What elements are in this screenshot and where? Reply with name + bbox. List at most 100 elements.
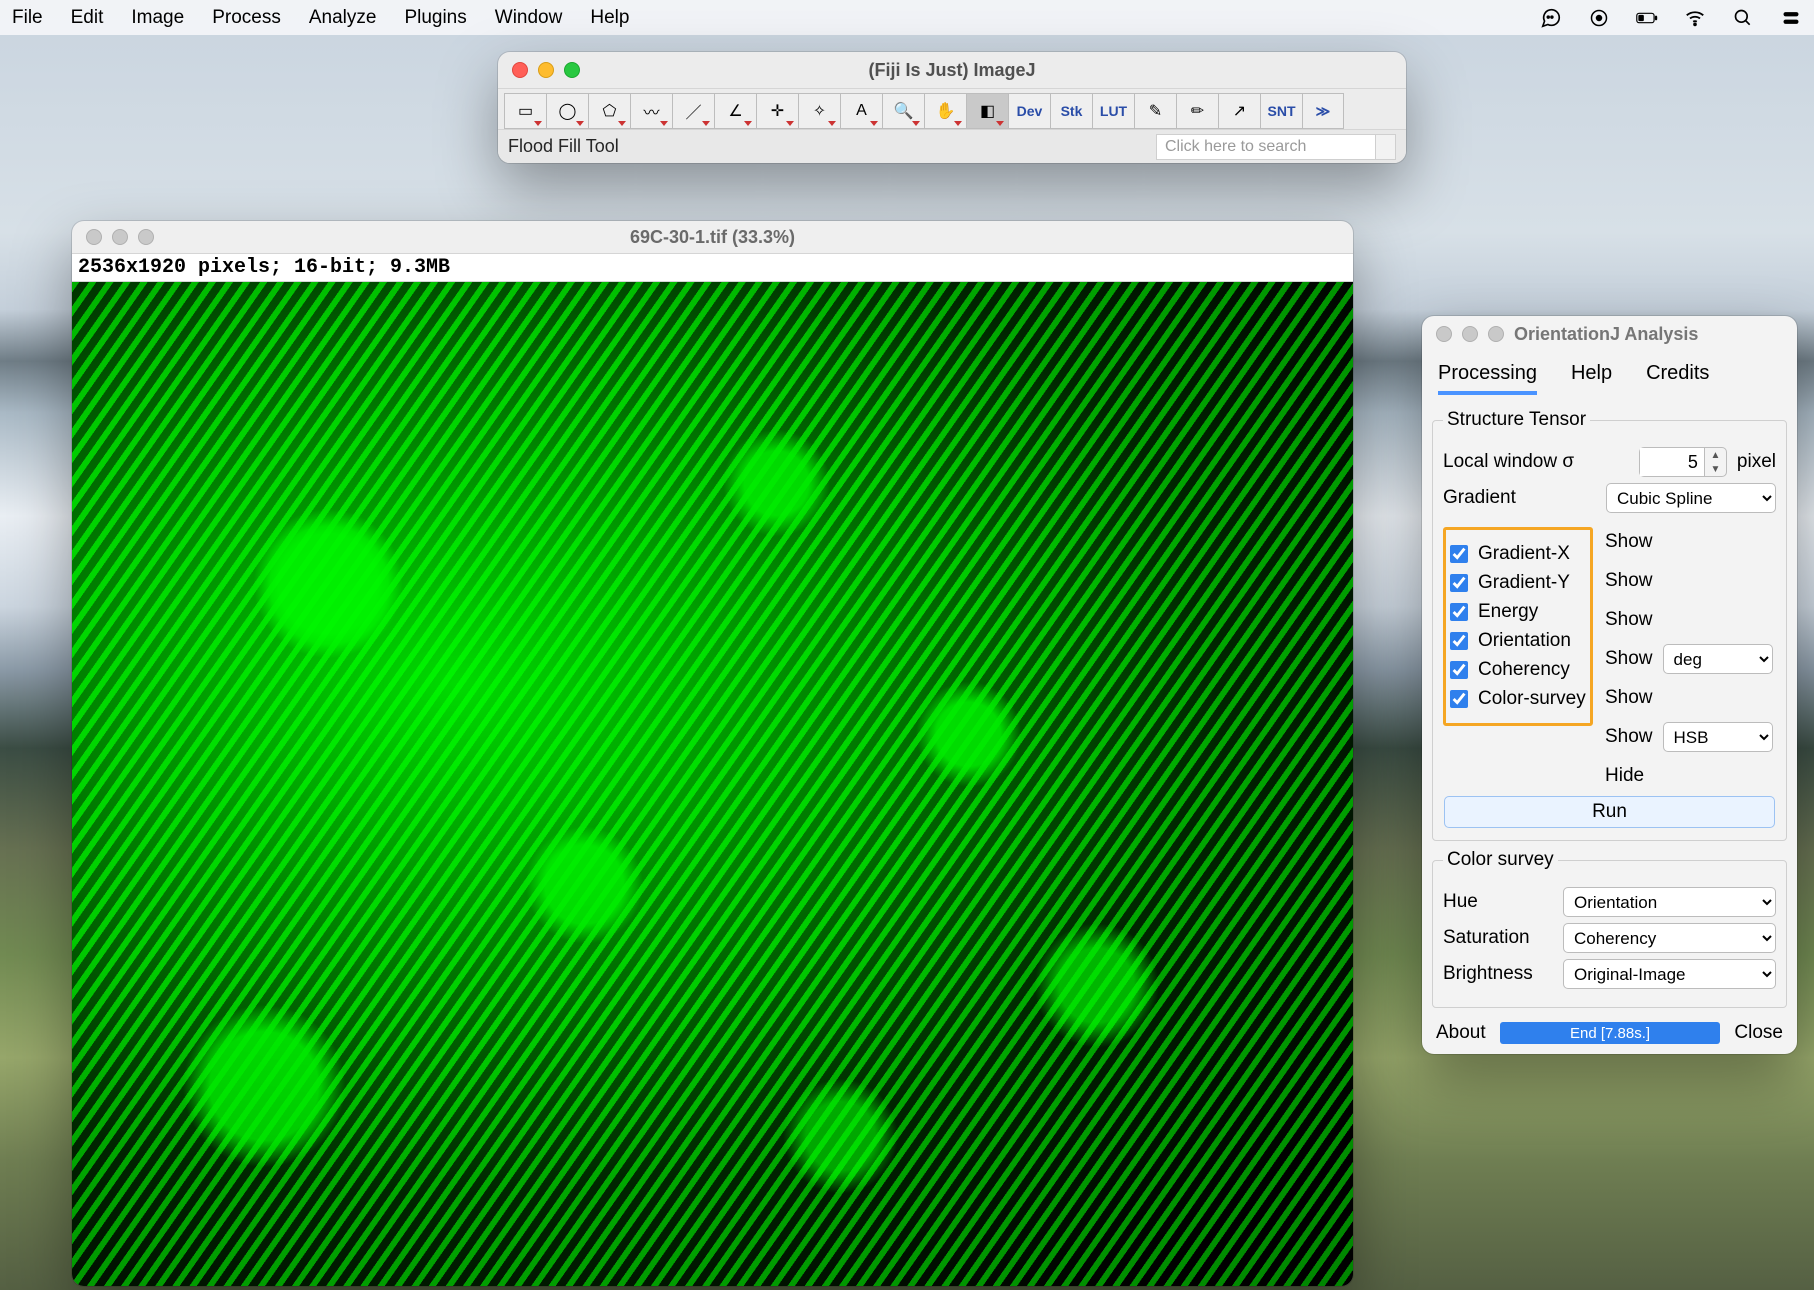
stk-tool[interactable]: Stk: [1050, 93, 1092, 129]
polygon-tool[interactable]: ⬠: [588, 93, 630, 129]
tab-help[interactable]: Help: [1571, 362, 1612, 395]
structure-tensor-group: Structure Tensor Local window σ ▲ ▼ pixe…: [1432, 409, 1787, 841]
imagej-toolbar: ▭◯⬠〰／∠✛✧A🔍✋◧DevStkLUT✎✏↗SNT≫: [498, 88, 1406, 129]
freehand-tool[interactable]: 〰: [630, 93, 672, 129]
show-select-color-survey[interactable]: HSB: [1663, 722, 1773, 752]
local-window-sigma-spinner[interactable]: ▲ ▼: [1639, 447, 1727, 477]
checkbox-orientation[interactable]: [1450, 632, 1468, 650]
screen-record-icon[interactable]: [1588, 7, 1610, 29]
structure-tensor-legend: Structure Tensor: [1443, 409, 1590, 431]
checkbox-gradient-y[interactable]: [1450, 574, 1468, 592]
checkbox-label-gradient-y: Gradient-Y: [1478, 572, 1570, 594]
close-button[interactable]: Close: [1734, 1022, 1783, 1044]
minimize-window-button[interactable]: [1462, 326, 1478, 342]
minimize-window-button[interactable]: [538, 62, 554, 78]
control-center-icon[interactable]: [1780, 7, 1802, 29]
menu-image[interactable]: Image: [131, 7, 184, 29]
hue-select[interactable]: Orientation: [1563, 887, 1776, 917]
flood-fill-tool[interactable]: ◧: [966, 93, 1008, 129]
close-window-button[interactable]: [512, 62, 528, 78]
imagej-main-window: (Fiji Is Just) ImageJ ▭◯⬠〰／∠✛✧A🔍✋◧DevStk…: [498, 52, 1406, 163]
menu-window[interactable]: Window: [495, 7, 563, 29]
checkbox-label-coherency: Coherency: [1478, 659, 1570, 681]
point-tool[interactable]: ✛: [756, 93, 798, 129]
checkbox-color-survey[interactable]: [1450, 690, 1468, 708]
show-row-color-survey: ShowHSB: [1605, 721, 1776, 753]
local-window-sigma-input[interactable]: [1640, 448, 1704, 476]
checkbox-gradient-x[interactable]: [1450, 545, 1468, 563]
menu-help[interactable]: Help: [590, 7, 629, 29]
minimize-window-button[interactable]: [112, 229, 128, 245]
chat-icon[interactable]: [1540, 7, 1562, 29]
show-label-gradient-x: Show: [1605, 531, 1653, 553]
menu-edit[interactable]: Edit: [71, 7, 104, 29]
oval-tool[interactable]: ◯: [546, 93, 588, 129]
spotlight-icon[interactable]: [1732, 7, 1754, 29]
imagej-search-input[interactable]: Click here to search: [1156, 134, 1376, 160]
checkbox-label-energy: Energy: [1478, 601, 1538, 623]
step-down-icon[interactable]: ▼: [1705, 462, 1726, 476]
check-row-coherency: Coherency: [1450, 659, 1586, 681]
wifi-icon[interactable]: [1684, 7, 1706, 29]
macos-menubar: File Edit Image Process Analyze Plugins …: [0, 0, 1814, 35]
check-row-orientation: Orientation: [1450, 630, 1586, 652]
checkbox-coherency[interactable]: [1450, 661, 1468, 679]
more-tool[interactable]: ≫: [1302, 93, 1344, 129]
show-label-gradient-y: Show: [1605, 570, 1653, 592]
close-window-button[interactable]: [1436, 326, 1452, 342]
show-row-coherency: Show: [1605, 682, 1776, 714]
imagej-search-dropdown[interactable]: [1376, 134, 1396, 160]
text-tool[interactable]: A: [840, 93, 882, 129]
step-up-icon[interactable]: ▲: [1705, 448, 1726, 462]
dev-tool[interactable]: Dev: [1008, 93, 1050, 129]
zoom-tool[interactable]: 🔍: [882, 93, 924, 129]
microscopy-image: [72, 282, 1353, 1286]
checks-highlight-box: Gradient-X Gradient-Y Energy Orientation Coh…: [1443, 527, 1593, 726]
angle-tool[interactable]: ∠: [714, 93, 756, 129]
menu-analyze[interactable]: Analyze: [309, 7, 377, 29]
image-canvas[interactable]: [72, 282, 1353, 1286]
wand-tool[interactable]: ✧: [798, 93, 840, 129]
snt-tool[interactable]: SNT: [1260, 93, 1302, 129]
imagej-titlebar[interactable]: (Fiji Is Just) ImageJ: [498, 52, 1406, 88]
menu-process[interactable]: Process: [212, 7, 281, 29]
image-window-title: 69C-30-1.tif (33.3%): [72, 227, 1353, 248]
run-button[interactable]: Run: [1444, 796, 1775, 828]
checkbox-energy[interactable]: [1450, 603, 1468, 621]
brightness-label: Brightness: [1443, 963, 1553, 985]
brush-tool[interactable]: ✎: [1134, 93, 1176, 129]
hide-row: Hide: [1605, 760, 1776, 792]
orientationj-tabs: Processing Help Credits: [1422, 352, 1797, 401]
about-button[interactable]: About: [1436, 1022, 1486, 1044]
saturation-label: Saturation: [1443, 927, 1553, 949]
checkbox-label-orientation: Orientation: [1478, 630, 1571, 652]
lut-tool[interactable]: LUT: [1092, 93, 1134, 129]
color-survey-group: Color survey Hue Orientation Saturation …: [1432, 849, 1787, 1008]
zoom-window-button[interactable]: [564, 62, 580, 78]
image-window: 69C-30-1.tif (33.3%) 2536x1920 pixels; 1…: [72, 221, 1353, 1286]
menu-plugins[interactable]: Plugins: [404, 7, 466, 29]
zoom-window-button[interactable]: [138, 229, 154, 245]
battery-icon[interactable]: [1636, 7, 1658, 29]
line-tool[interactable]: ／: [672, 93, 714, 129]
pencil-tool[interactable]: ✏: [1176, 93, 1218, 129]
saturation-select[interactable]: Coherency: [1563, 923, 1776, 953]
image-info-line: 2536x1920 pixels; 16-bit; 9.3MB: [72, 253, 1353, 282]
local-window-sigma-unit: pixel: [1737, 451, 1776, 473]
imagej-status-text: Flood Fill Tool: [508, 136, 619, 157]
local-window-sigma-label: Local window σ: [1443, 451, 1574, 473]
menu-file[interactable]: File: [12, 7, 43, 29]
tab-credits[interactable]: Credits: [1646, 362, 1709, 395]
zoom-window-button[interactable]: [1488, 326, 1504, 342]
gradient-select[interactable]: Cubic Spline: [1606, 483, 1776, 513]
arrow-tool[interactable]: ↗: [1218, 93, 1260, 129]
checkbox-label-gradient-x: Gradient-X: [1478, 543, 1570, 565]
hand-tool[interactable]: ✋: [924, 93, 966, 129]
close-window-button[interactable]: [86, 229, 102, 245]
show-label-energy: Show: [1605, 609, 1653, 631]
tab-processing[interactable]: Processing: [1438, 362, 1537, 395]
rectangle-tool[interactable]: ▭: [504, 93, 546, 129]
show-select-orientation[interactable]: deg: [1663, 644, 1773, 674]
progress-indicator: End [7.88s.]: [1500, 1022, 1721, 1044]
brightness-select[interactable]: Original-Image: [1563, 959, 1776, 989]
